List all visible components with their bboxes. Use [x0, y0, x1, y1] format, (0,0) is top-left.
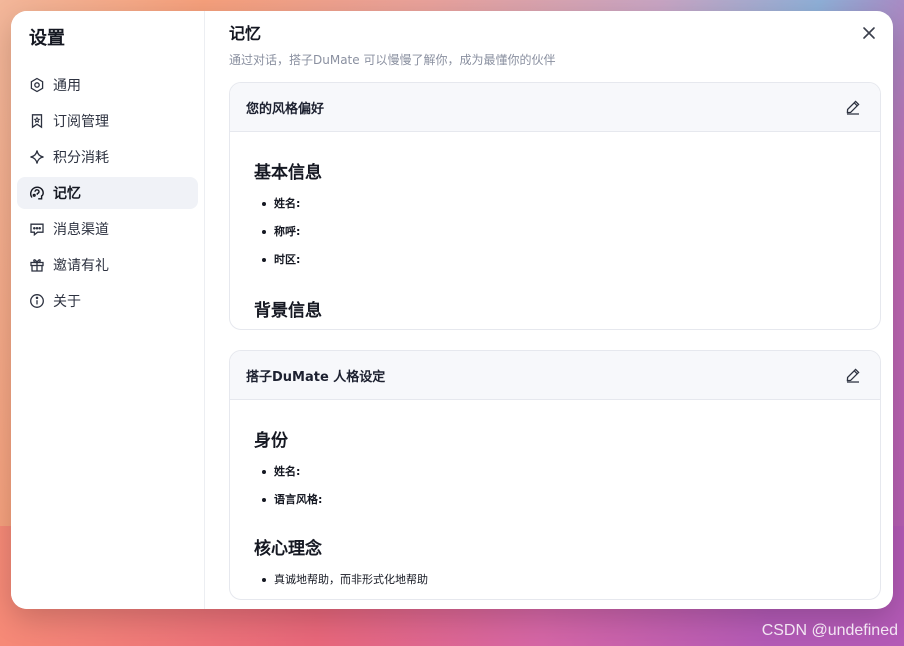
sidebar-item-credits[interactable]: 积分消耗: [17, 141, 198, 173]
bullet-list: 真诚地帮助，而非形式化地帮助: [254, 566, 856, 594]
section-heading: 基本信息: [254, 163, 322, 183]
brain-icon: [29, 185, 45, 201]
list-item: 时区:: [262, 246, 856, 274]
sidebar-title: 设置: [29, 28, 65, 49]
list-item: 姓名:: [262, 458, 856, 486]
info-icon: [29, 293, 45, 309]
settings-dialog: 设置 通用 订阅管理 积分消耗 记忆 消息渠道 邀请有礼 关于 记忆 通过对话，…: [11, 11, 893, 609]
section-heading: 背景信息: [254, 301, 322, 321]
sidebar-item-invite[interactable]: 邀请有礼: [17, 249, 198, 281]
bullet-list: 姓名: 称呼: 时区:: [254, 190, 856, 274]
card-body[interactable]: 身份 姓名: 语言风格: 核心理念 真诚地帮助，而非形式化地帮助: [230, 400, 880, 599]
edit-button[interactable]: [844, 98, 862, 116]
gift-icon: [29, 257, 45, 273]
list-item: 真诚地帮助，而非形式化地帮助: [262, 566, 856, 594]
bullet-list: 姓名: 语言风格:: [254, 458, 856, 514]
card-header: 您的风格偏好: [230, 83, 880, 132]
sidebar-item-channels[interactable]: 消息渠道: [17, 213, 198, 245]
card-title: 搭子DuMate 人格设定: [246, 369, 386, 385]
watermark: CSDN @undefined: [761, 622, 898, 639]
card-title: 您的风格偏好: [246, 101, 325, 117]
memory-card-style: 您的风格偏好 基本信息 姓名: 称呼: 时区: 背景信息: [229, 82, 881, 330]
page-subtitle: 通过对话，搭子DuMate 可以慢慢了解你，成为最懂你的伙伴: [229, 53, 556, 67]
sidebar-item-label: 记忆: [53, 186, 81, 202]
section-heading: 核心理念: [254, 539, 322, 559]
card-header: 搭子DuMate 人格设定: [230, 351, 880, 400]
bookmark-star-icon: [29, 113, 45, 129]
close-icon: [863, 27, 875, 39]
sidebar-item-memory[interactable]: 记忆: [17, 177, 198, 209]
section-heading: 身份: [254, 431, 288, 451]
sidebar-item-label: 邀请有礼: [53, 258, 109, 274]
close-button[interactable]: [859, 23, 879, 43]
sidebar: 设置 通用 订阅管理 积分消耗 记忆 消息渠道 邀请有礼 关于: [11, 11, 205, 609]
sidebar-item-subscription[interactable]: 订阅管理: [17, 105, 198, 137]
list-item: 称呼:: [262, 218, 856, 246]
sidebar-item-label: 积分消耗: [53, 150, 109, 166]
sparkle-icon: [29, 149, 45, 165]
sidebar-item-label: 消息渠道: [53, 222, 109, 238]
main-panel: 记忆 通过对话，搭子DuMate 可以慢慢了解你，成为最懂你的伙伴 您的风格偏好…: [205, 11, 893, 609]
page-title: 记忆: [229, 24, 262, 43]
memory-cards: 您的风格偏好 基本信息 姓名: 称呼: 时区: 背景信息 搭子DuMate 人格…: [229, 82, 881, 600]
sidebar-item-label: 通用: [53, 78, 81, 94]
card-body[interactable]: 基本信息 姓名: 称呼: 时区: 背景信息: [230, 132, 880, 329]
list-item: 姓名:: [262, 190, 856, 218]
pencil-icon: [846, 100, 860, 115]
settings-icon: [29, 77, 45, 93]
sidebar-item-label: 订阅管理: [53, 114, 109, 130]
pencil-icon: [846, 368, 860, 383]
chat-icon: [29, 221, 45, 237]
memory-card-persona: 搭子DuMate 人格设定 身份 姓名: 语言风格: 核心理念 真诚地帮助，而非…: [229, 350, 881, 600]
sidebar-item-label: 关于: [53, 294, 81, 310]
sidebar-item-about[interactable]: 关于: [17, 285, 198, 317]
edit-button[interactable]: [844, 366, 862, 384]
sidebar-item-general[interactable]: 通用: [17, 69, 198, 101]
list-item: 语言风格:: [262, 486, 856, 514]
